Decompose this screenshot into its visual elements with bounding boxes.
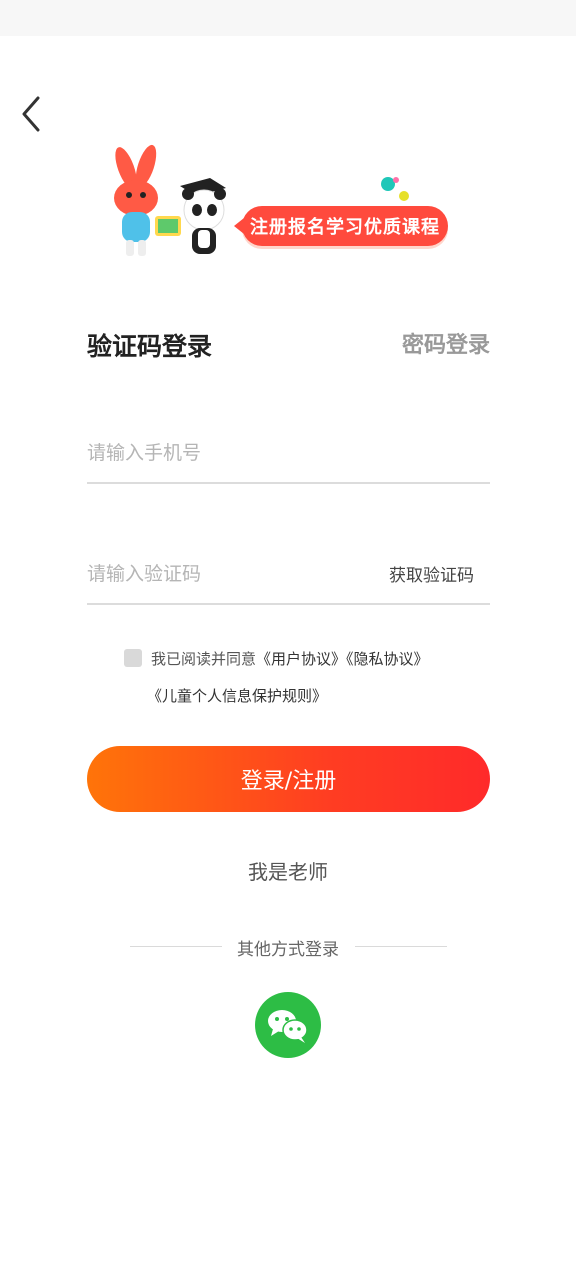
banner-slogan: 注册报名学习优质课程	[234, 206, 448, 246]
other-login-label: 其他方式登录	[237, 940, 339, 960]
children-rules-link[interactable]: 《儿童个人信息保护规则》	[147, 687, 327, 705]
status-bar	[0, 0, 576, 36]
phone-field	[87, 424, 490, 484]
wechat-icon	[268, 1010, 308, 1043]
agreement-line-2: 《儿童个人信息保护规则》	[147, 685, 327, 707]
user-agreement-link[interactable]: 《用户协议》	[256, 650, 346, 668]
agreement-line-1: 我已阅读并同意《用户协议》《隐私协议》	[151, 648, 429, 670]
teacher-link[interactable]: 我是老师	[0, 856, 576, 885]
privacy-agreement-link[interactable]: 《隐私协议》	[346, 650, 429, 668]
divider-right	[355, 946, 447, 947]
agreement-prefix: 我已阅读并同意	[151, 650, 257, 668]
code-input[interactable]	[87, 545, 357, 603]
mascot-illustration	[114, 144, 226, 256]
banner: 注册报名学习优质课程	[100, 140, 460, 270]
get-code-button[interactable]: 获取验证码	[389, 561, 474, 586]
chevron-left-icon	[22, 96, 40, 132]
balloons-icon	[381, 177, 409, 201]
wechat-login-button[interactable]	[255, 992, 321, 1058]
tab-password-login[interactable]: 密码登录	[402, 327, 490, 359]
tab-sms-login[interactable]: 验证码登录	[87, 327, 212, 363]
agree-checkbox[interactable]	[124, 649, 142, 667]
phone-input[interactable]	[87, 424, 490, 482]
code-field: 获取验证码	[87, 545, 490, 605]
login-register-button[interactable]: 登录/注册	[87, 746, 490, 812]
back-button[interactable]	[14, 92, 54, 136]
